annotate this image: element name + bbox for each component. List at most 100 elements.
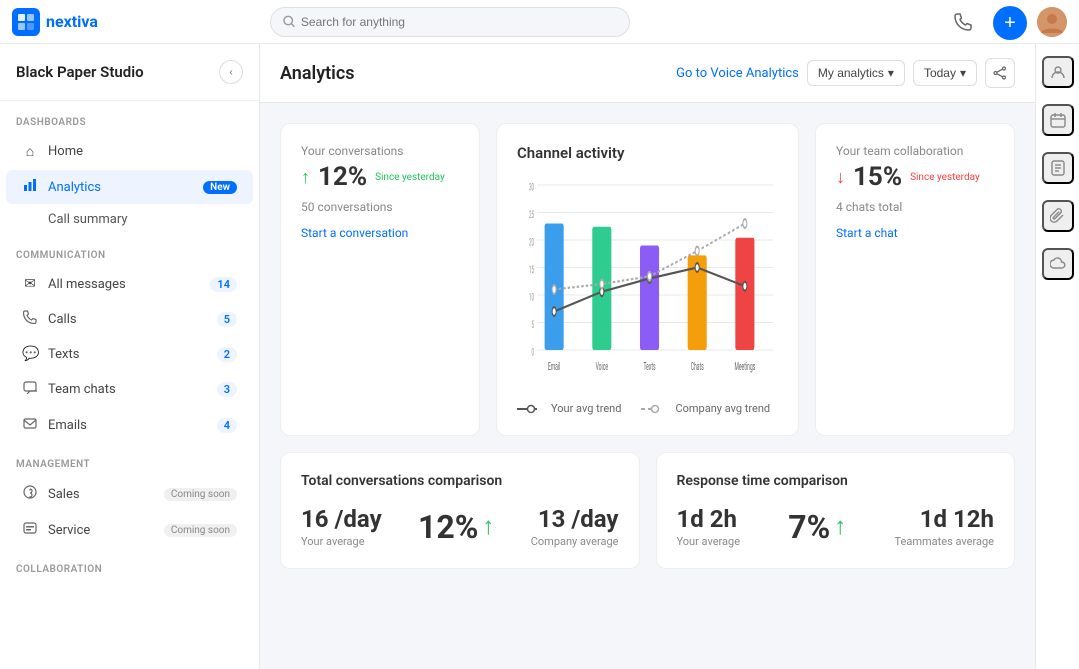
home-icon: ⌂ — [22, 143, 38, 160]
sales-icon — [22, 485, 38, 503]
sidebar-item-sales[interactable]: Sales Coming soon — [6, 477, 253, 511]
collaboration-trend-label: Since yesterday — [910, 172, 980, 183]
logo-text: nextiva — [46, 12, 98, 31]
service-label: Service — [48, 523, 154, 538]
top-cards-row: Your conversations ↑ 12% Since yesterday… — [280, 123, 1015, 436]
texts-label: Texts — [48, 347, 207, 362]
right-bar-tasks-button[interactable] — [1042, 152, 1074, 184]
voice-analytics-link[interactable]: Go to Voice Analytics — [676, 66, 799, 81]
start-conversation-link[interactable]: Start a conversation — [301, 226, 408, 240]
my-analytics-dropdown[interactable]: My analytics ▾ — [807, 60, 905, 86]
svg-text:Voice: Voice — [596, 361, 609, 374]
all-messages-badge: 14 — [210, 277, 237, 292]
page-title: Analytics — [280, 63, 355, 84]
right-bar-cloud-button[interactable] — [1042, 248, 1074, 280]
phone-button[interactable] — [949, 8, 977, 36]
total-your-label: Your average — [301, 535, 382, 548]
response-pct-arrow: ↑ — [834, 512, 846, 541]
channel-activity-title: Channel activity — [517, 144, 778, 162]
collaboration-card: Your team collaboration ↓ 15% Since yest… — [815, 123, 1015, 436]
conversations-metric-row: ↑ 12% Since yesterday — [301, 162, 459, 192]
workspace-name: Black Paper Studio — [16, 63, 144, 81]
call-summary-label: Call summary — [48, 212, 128, 227]
svg-text:15: 15 — [529, 264, 534, 276]
svg-text:Texts: Texts — [643, 361, 655, 374]
texts-badge: 2 — [217, 347, 237, 362]
analytics-label: Analytics — [48, 180, 189, 195]
chevron-down-icon: ▾ — [888, 66, 894, 80]
sidebar-item-all-messages[interactable]: ✉ All messages 14 — [6, 268, 253, 300]
total-company-label: Company average — [531, 535, 619, 548]
svg-text:Chats: Chats — [691, 361, 704, 374]
sidebar-item-service[interactable]: Service Coming soon — [6, 513, 253, 547]
sidebar-item-call-summary[interactable]: Call summary — [6, 206, 253, 233]
logo-icon — [12, 8, 40, 36]
response-pct-value: 7% — [788, 508, 830, 546]
right-bar-contacts-button[interactable] — [1042, 56, 1074, 88]
communication-section-label: Communication — [0, 234, 259, 267]
analytics-icon — [22, 178, 38, 196]
chevron-down-icon-today: ▾ — [960, 66, 966, 80]
conversations-trend: Since yesterday — [375, 172, 445, 183]
conversations-count: 50 conversations — [301, 200, 459, 214]
conversations-card-label: Your conversations — [301, 144, 459, 158]
total-company-value: 13 /day — [531, 505, 619, 533]
collaboration-pct: 15% — [853, 162, 902, 192]
response-comparison-card: Response time comparison 1d 2h Your aver… — [656, 452, 1016, 569]
logo[interactable]: nextiva — [12, 8, 98, 36]
right-bar-calendar-button[interactable] — [1042, 104, 1074, 136]
svg-text:Meetings: Meetings — [735, 361, 756, 374]
dashboards-section-label: Dashboards — [0, 101, 259, 134]
sidebar-item-analytics[interactable]: Analytics New — [6, 170, 253, 204]
start-chat-link[interactable]: Start a chat — [836, 226, 898, 240]
collaboration-trend: Since yesterday — [910, 172, 980, 183]
sidebar-item-team-chats[interactable]: Team chats 3 — [6, 372, 253, 406]
today-dropdown[interactable]: Today ▾ — [913, 60, 977, 86]
channel-activity-card: Channel activity 0 — [496, 123, 799, 436]
total-your-value: 16 /day — [301, 505, 382, 533]
search-input[interactable] — [301, 15, 617, 29]
sidebar-item-emails[interactable]: Emails 4 — [6, 408, 253, 442]
total-pct-arrow: ↑ — [482, 512, 494, 541]
chart-area: 0 5 10 15 20 25 30 — [517, 174, 778, 394]
response-teammates-avg: 1d 12h Teammates average — [895, 505, 994, 548]
response-pct-group: 7% ↑ — [788, 508, 846, 546]
collaboration-count: 4 chats total — [836, 200, 994, 214]
calls-badge: 5 — [217, 312, 237, 327]
conversations-card: Your conversations ↑ 12% Since yesterday… — [280, 123, 480, 436]
collaboration-card-label: Your team collaboration — [836, 144, 994, 158]
calls-label: Calls — [48, 312, 207, 327]
search-bar[interactable] — [270, 7, 630, 37]
avatar[interactable] — [1037, 7, 1067, 37]
messages-icon: ✉ — [22, 276, 38, 292]
team-chats-icon — [22, 380, 38, 398]
total-company-avg: 13 /day Company average — [531, 505, 619, 548]
right-bar-attachment-button[interactable] — [1042, 200, 1074, 232]
total-pct-group: 12% ↑ — [418, 508, 494, 546]
content-area: Your conversations ↑ 12% Since yesterday… — [260, 103, 1035, 589]
emails-icon — [22, 416, 38, 434]
add-button[interactable]: + — [993, 6, 1027, 40]
sidebar-item-texts[interactable]: 💬 Texts 2 — [6, 338, 253, 370]
sales-label: Sales — [48, 487, 154, 502]
collapse-button[interactable]: ‹ — [219, 60, 243, 84]
analytics-new-badge: New — [203, 181, 237, 194]
search-icon — [283, 15, 295, 28]
svg-text:5: 5 — [532, 319, 535, 331]
total-comparison-row: 16 /day Your average 12% ↑ 13 /day Compa… — [301, 505, 619, 548]
layout: Black Paper Studio ‹ Dashboards ⌂ Home A… — [0, 44, 1079, 669]
sidebar-item-calls[interactable]: Calls 5 — [6, 302, 253, 336]
sidebar-item-home[interactable]: ⌂ Home — [6, 135, 253, 168]
texts-icon: 💬 — [22, 346, 38, 362]
top-nav: nextiva — [0, 0, 1079, 44]
response-your-label: Your average — [677, 535, 741, 548]
sidebar: Black Paper Studio ‹ Dashboards ⌂ Home A… — [0, 44, 260, 669]
response-your-avg: 1d 2h Your average — [677, 505, 741, 548]
legend-company-avg: Company avg trend — [641, 402, 770, 415]
conversations-up-arrow: ↑ — [301, 167, 310, 188]
svg-text:0: 0 — [532, 346, 535, 358]
main-content: Analytics Go to Voice Analytics My analy… — [260, 44, 1035, 669]
share-button[interactable] — [985, 58, 1015, 88]
svg-text:20: 20 — [529, 236, 534, 248]
service-icon — [22, 521, 38, 539]
